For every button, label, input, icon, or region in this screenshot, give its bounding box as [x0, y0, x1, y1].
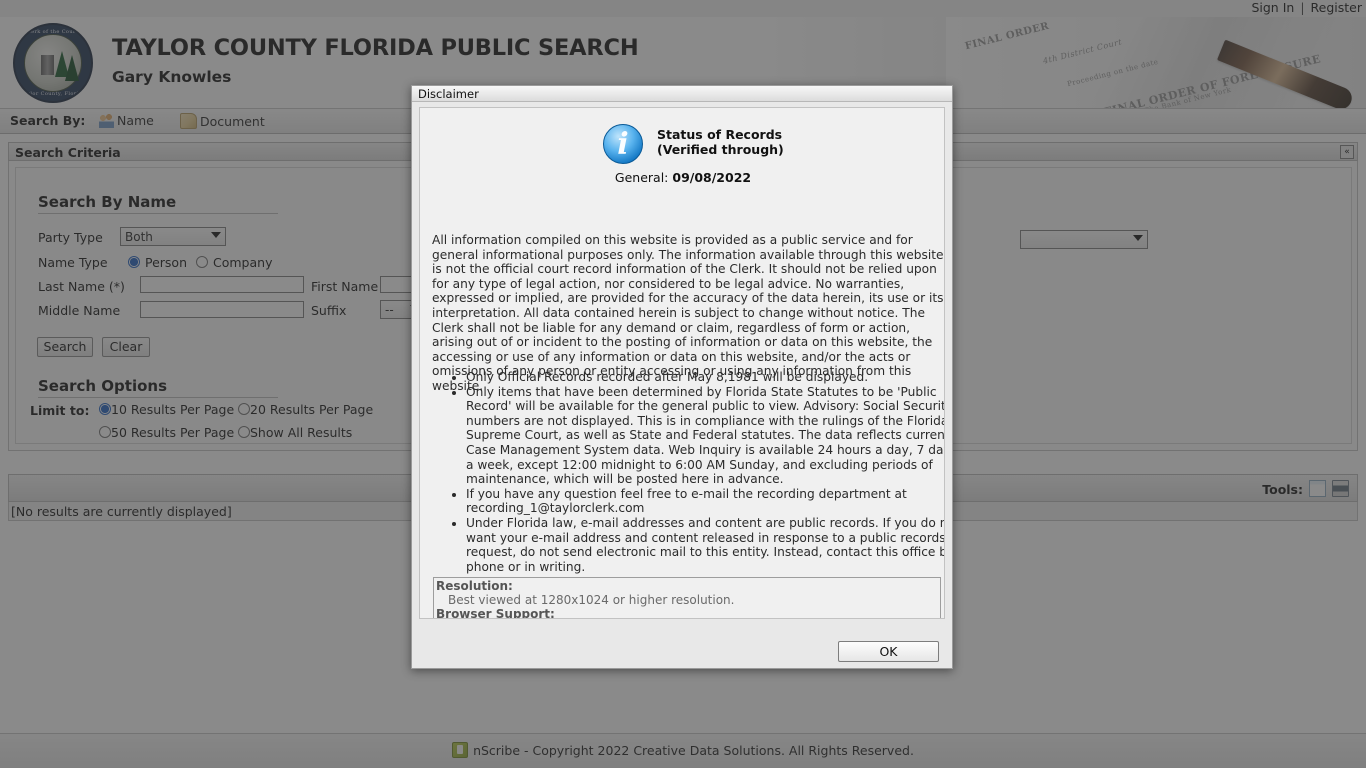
status-line-2: (Verified through) — [657, 142, 784, 157]
dialog-body: Status of Records (Verified through) Gen… — [419, 107, 945, 619]
list-item: Only Official Records recorded after May… — [466, 370, 944, 385]
list-item: Only items that have been determined by … — [466, 385, 944, 487]
resolution-support-box: Resolution: Best viewed at 1280x1024 or … — [433, 577, 941, 619]
resolution-label: Resolution: — [436, 579, 513, 593]
list-item: If you have any question feel free to e-… — [466, 487, 944, 516]
list-item: Under Florida law, e-mail addresses and … — [466, 516, 944, 574]
disclaimer-bullet-list: Only Official Records recorded after May… — [446, 370, 944, 574]
info-icon — [603, 124, 643, 164]
general-date: 09/08/2022 — [672, 170, 752, 185]
browser-support-label: Browser Support: — [436, 607, 555, 619]
general-date-row: General: 09/08/2022 — [420, 170, 944, 185]
general-label: General: — [614, 170, 669, 185]
resolution-text: Best viewed at 1280x1024 or higher resol… — [448, 593, 735, 607]
ok-button[interactable]: OK — [838, 641, 939, 662]
disclaimer-dialog: Disclaimer Status of Records (Verified t… — [411, 85, 953, 669]
dialog-title: Disclaimer — [418, 87, 479, 101]
status-line-1: Status of Records — [657, 127, 783, 142]
dialog-titlebar: Disclaimer — [412, 86, 952, 102]
